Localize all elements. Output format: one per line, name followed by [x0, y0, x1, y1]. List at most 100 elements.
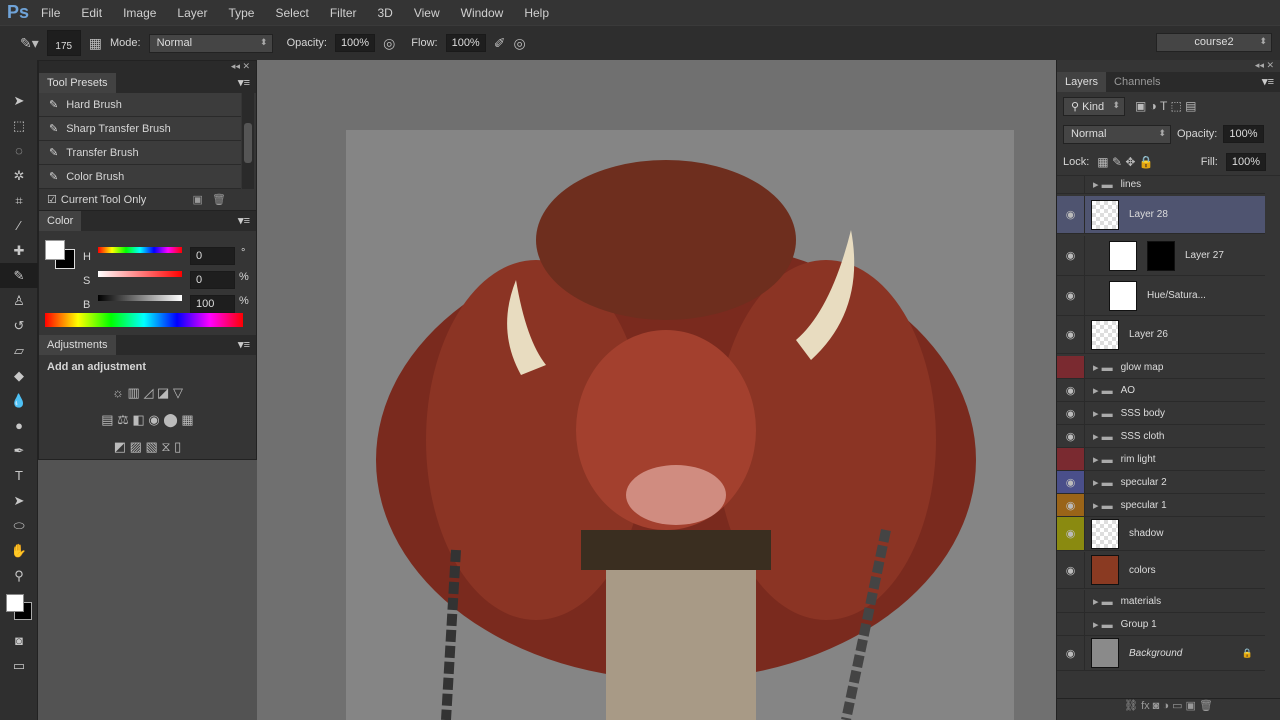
opacity-input[interactable]: 100%: [334, 34, 376, 52]
zoom-tool-icon[interactable]: ⚲: [0, 563, 38, 588]
brush-panel-icon[interactable]: ▦: [89, 35, 102, 52]
preset-item[interactable]: ✎ Hard Brush: [39, 93, 241, 117]
mode-select[interactable]: Normal: [148, 33, 273, 53]
color-swatches[interactable]: [0, 588, 37, 628]
folder-icon[interactable]: ▸ ▬: [1093, 499, 1113, 512]
pressure-size-icon[interactable]: ◎: [513, 35, 525, 52]
airbrush-icon[interactable]: ✐: [494, 35, 506, 52]
stamp-tool-icon[interactable]: ♙: [0, 288, 38, 313]
quick-mask-icon[interactable]: ◙: [0, 628, 38, 653]
menu-filter[interactable]: Filter: [330, 6, 357, 20]
hand-tool-icon[interactable]: ✋: [0, 538, 38, 563]
menu-help[interactable]: Help: [524, 6, 549, 20]
dodge-tool-icon[interactable]: ●: [0, 413, 38, 438]
brush-tool-icon[interactable]: ✎: [0, 263, 38, 288]
menu-file[interactable]: File: [41, 6, 60, 20]
visibility-toggle[interactable]: [1057, 590, 1085, 612]
s-slider[interactable]: [98, 271, 182, 277]
menu-select[interactable]: Select: [275, 6, 308, 20]
layer-row[interactable]: ◉ Background 🔒: [1057, 636, 1265, 671]
layer-row[interactable]: ◉ shadow: [1057, 517, 1265, 551]
history-brush-icon[interactable]: ↺: [0, 313, 38, 338]
pen-tool-icon[interactable]: ✒: [0, 438, 38, 463]
pressure-opacity-icon[interactable]: ◎: [383, 35, 395, 52]
move-tool-icon[interactable]: ➤: [0, 88, 38, 113]
b-input[interactable]: 100: [190, 295, 235, 313]
menu-edit[interactable]: Edit: [81, 6, 102, 20]
b-slider[interactable]: [98, 295, 182, 301]
foreground-color-swatch[interactable]: [45, 240, 65, 260]
preset-item[interactable]: ✎ Color Brush: [39, 165, 241, 189]
s-input[interactable]: 0: [190, 271, 235, 289]
tab-layers[interactable]: Layers: [1057, 72, 1107, 92]
preset-item[interactable]: ✎ Transfer Brush: [39, 141, 241, 165]
layer-row[interactable]: ▸ ▬ rim light: [1057, 448, 1265, 471]
h-input[interactable]: 0: [190, 247, 235, 265]
ellipse-tool-icon[interactable]: ⬭: [0, 513, 38, 538]
layer-row[interactable]: ◉ ▸ ▬ SSS body: [1057, 402, 1265, 425]
layer-row[interactable]: ◉ ▸ ▬ specular 1: [1057, 494, 1265, 517]
lasso-tool-icon[interactable]: ◌: [0, 138, 38, 163]
layer-row[interactable]: ▸ ▬ lines: [1057, 176, 1265, 194]
eye-icon[interactable]: ◉: [1057, 494, 1085, 516]
panel-menu-icon[interactable]: ▾≡: [238, 338, 250, 351]
h-slider[interactable]: [98, 247, 182, 253]
folder-icon[interactable]: ▸ ▬: [1093, 595, 1113, 608]
adjustments-tab[interactable]: Adjustments: [39, 335, 116, 355]
layer-row[interactable]: ◉ Layer 26: [1057, 316, 1265, 354]
eye-icon[interactable]: ◉: [1057, 236, 1085, 275]
flow-input[interactable]: 100%: [445, 34, 486, 52]
eye-icon[interactable]: ◉: [1057, 471, 1085, 493]
layers-footer-icons[interactable]: ⛓ fx ◙ ◑ ▭ ▣ 🗑: [1057, 698, 1280, 720]
folder-icon[interactable]: ▸ ▬: [1093, 361, 1113, 374]
panel-menu-icon[interactable]: ▾≡: [238, 214, 250, 227]
preset-item[interactable]: ✎ Sharp Transfer Brush: [39, 117, 241, 141]
collapse-close-icon[interactable]: ◂◂ ✕: [39, 61, 256, 73]
brush-tool-icon[interactable]: ✎▾: [20, 35, 39, 52]
visibility-toggle[interactable]: [1057, 356, 1085, 378]
folder-icon[interactable]: ▸ ▬: [1093, 476, 1113, 489]
tab-channels[interactable]: Channels: [1106, 72, 1168, 92]
folder-icon[interactable]: ▸ ▬: [1093, 384, 1113, 397]
visibility-toggle[interactable]: [1057, 613, 1085, 635]
type-tool-icon[interactable]: T: [0, 463, 38, 488]
layer-row[interactable]: ◉ ▸ ▬ SSS cloth: [1057, 425, 1265, 448]
eye-icon[interactable]: ◉: [1057, 636, 1085, 670]
eraser-tool-icon[interactable]: ▱: [0, 338, 38, 363]
eyedropper-tool-icon[interactable]: ⁄: [0, 213, 38, 238]
workspace-select[interactable]: course2: [1156, 33, 1272, 52]
lock-icons[interactable]: ▦ ✎ ✥ 🔒: [1097, 155, 1153, 169]
eye-icon[interactable]: ◉: [1057, 379, 1085, 401]
fill-input[interactable]: 100%: [1225, 152, 1266, 171]
folder-icon[interactable]: ▸ ▬: [1093, 618, 1113, 631]
eye-icon[interactable]: ◉: [1057, 196, 1085, 233]
eye-icon[interactable]: ◉: [1057, 316, 1085, 353]
layer-row[interactable]: ◉ ▸ ▬ specular 2: [1057, 471, 1265, 494]
marquee-tool-icon[interactable]: ⬚: [0, 113, 38, 138]
color-ramp[interactable]: [45, 313, 243, 327]
tool-presets-tab[interactable]: Tool Presets: [39, 73, 116, 93]
presets-scrollbar[interactable]: [242, 93, 254, 189]
blend-mode-select[interactable]: Normal: [1063, 124, 1171, 144]
adjustment-icons[interactable]: ☼ ▥ ◿ ◪ ▽ ▤ ⚖ ◧ ◉ ⬤ ▦ ◩ ▨ ▧ ⧖ ▯: [39, 379, 256, 460]
folder-icon[interactable]: ▸ ▬: [1093, 407, 1113, 420]
healing-tool-icon[interactable]: ✚: [0, 238, 38, 263]
menu-3d[interactable]: 3D: [378, 6, 393, 20]
bucket-tool-icon[interactable]: ◆: [0, 363, 38, 388]
color-tab[interactable]: Color: [39, 211, 82, 231]
filter-icons[interactable]: ▣ ◑ T ⬚ ▤: [1135, 99, 1197, 113]
path-select-tool-icon[interactable]: ➤: [0, 488, 38, 513]
eye-icon[interactable]: ◉: [1057, 552, 1085, 588]
folder-icon[interactable]: ▸ ▬: [1093, 430, 1113, 443]
brush-size-picker[interactable]: 175: [46, 30, 81, 56]
crop-tool-icon[interactable]: ⌗: [0, 188, 38, 213]
folder-icon[interactable]: ▸ ▬: [1093, 178, 1113, 191]
new-preset-icon[interactable]: ▣ 🗑: [192, 193, 226, 206]
screen-mode-icon[interactable]: ▭: [0, 653, 38, 678]
layer-row[interactable]: ◉ Layer 27: [1057, 236, 1265, 276]
layer-row[interactable]: ▸ ▬ glow map: [1057, 356, 1265, 379]
menu-window[interactable]: Window: [461, 6, 504, 20]
layer-row[interactable]: ◉ ▸ ▬ AO: [1057, 379, 1265, 402]
menu-layer[interactable]: Layer: [177, 6, 207, 20]
layer-row[interactable]: ◉ Hue/Satura...: [1057, 276, 1265, 316]
